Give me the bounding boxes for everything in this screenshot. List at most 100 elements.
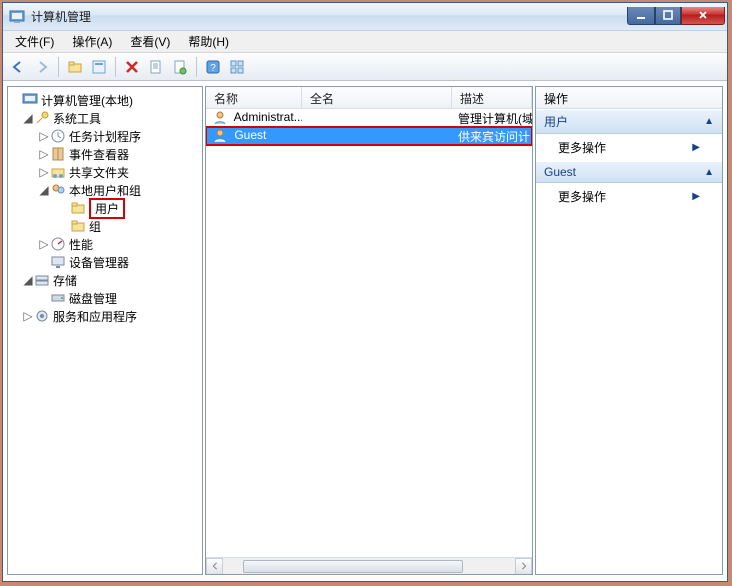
tree-shared[interactable]: ▷ 共享文件夹 (10, 163, 200, 181)
forward-button[interactable] (31, 56, 53, 78)
toolbar-sep (58, 57, 59, 77)
collapse-icon[interactable]: ▲ (704, 167, 714, 178)
folder-icon (70, 218, 86, 234)
expander-open-icon[interactable]: ◢ (38, 183, 50, 197)
tree-systools[interactable]: ◢ 系统工具 (10, 109, 200, 127)
tree-devmgr[interactable]: 设备管理器 (10, 253, 200, 271)
tree-label: 事件查看器 (69, 146, 129, 163)
actions-header: 操作 (536, 87, 722, 109)
list-body[interactable]: Administrat... 管理计算机(域 Guest 供来宾访问计 (206, 109, 532, 574)
actions-more-guest[interactable]: 更多操作 ▶ (536, 183, 722, 210)
user-icon (212, 128, 228, 144)
more-icon: ▶ (692, 142, 700, 153)
tree-storage[interactable]: ◢ 存储 (10, 271, 200, 289)
tree-root[interactable]: 计算机管理(本地) (10, 91, 200, 109)
content-area: 计算机管理(本地) ◢ 系统工具 ▷ 任务计划程序 ▷ 事件查看器 (3, 81, 727, 581)
properties-button[interactable] (88, 56, 110, 78)
list-pane: 名称 全名 描述 Administrat... 管理计算机(域 Guest (205, 86, 533, 575)
toolbar: ? (3, 53, 727, 81)
scroll-track[interactable] (223, 558, 515, 575)
perf-icon (50, 236, 66, 252)
toolbar-sep (196, 57, 197, 77)
close-button[interactable] (681, 7, 725, 25)
back-button[interactable] (7, 56, 29, 78)
new-doc2-button[interactable] (169, 56, 191, 78)
menu-view[interactable]: 查看(V) (122, 31, 178, 52)
more-icon: ▶ (692, 191, 700, 202)
col-desc[interactable]: 描述 (452, 87, 532, 108)
actions-section-guest[interactable]: Guest ▲ (536, 161, 722, 183)
tree-eventv[interactable]: ▷ 事件查看器 (10, 145, 200, 163)
cell-text: Guest (234, 128, 266, 142)
tree-label: 计算机管理(本地) (41, 92, 133, 109)
cell-desc: 管理计算机(域 (452, 110, 532, 127)
computer-icon (22, 92, 38, 108)
expander-closed-icon[interactable]: ▷ (38, 129, 50, 143)
book-icon (50, 146, 66, 162)
new-doc-button[interactable] (145, 56, 167, 78)
menu-help[interactable]: 帮助(H) (180, 31, 237, 52)
scroll-left-button[interactable] (206, 558, 223, 575)
tree-label: 任务计划程序 (69, 128, 141, 145)
cell-name: Guest (206, 128, 302, 144)
list-row[interactable]: Administrat... 管理计算机(域 (206, 109, 532, 127)
expander-open-icon[interactable]: ◢ (22, 111, 34, 125)
app-icon (9, 9, 25, 25)
horizontal-scrollbar[interactable] (206, 557, 532, 574)
help-button[interactable]: ? (202, 56, 224, 78)
actions-section-users[interactable]: 用户 ▲ (536, 109, 722, 134)
folder-icon (70, 200, 86, 216)
list-header: 名称 全名 描述 (206, 87, 532, 109)
link-label: 更多操作 (558, 139, 606, 156)
tree-label: 存储 (53, 272, 77, 289)
titlebar[interactable]: 计算机管理 (3, 3, 727, 31)
expander-closed-icon[interactable]: ▷ (38, 237, 50, 251)
collapse-icon[interactable]: ▲ (704, 116, 714, 127)
shared-folder-icon (50, 164, 66, 180)
col-name[interactable]: 名称 (206, 87, 302, 108)
cell-name: Administrat... (206, 110, 302, 126)
disk-icon (50, 290, 66, 306)
menu-file[interactable]: 文件(F) (7, 31, 62, 52)
menubar: 文件(F) 操作(A) 查看(V) 帮助(H) (3, 31, 727, 53)
clock-icon (50, 128, 66, 144)
list-row-selected[interactable]: Guest 供来宾访问计 (206, 127, 532, 145)
maximize-button[interactable] (655, 7, 681, 25)
tile-button[interactable] (226, 56, 248, 78)
tree-label: 磁盘管理 (69, 290, 117, 307)
menu-action[interactable]: 操作(A) (64, 31, 120, 52)
tree-task[interactable]: ▷ 任务计划程序 (10, 127, 200, 145)
link-label: 更多操作 (558, 188, 606, 205)
actions-more-users[interactable]: 更多操作 ▶ (536, 134, 722, 161)
actions-pane: 操作 用户 ▲ 更多操作 ▶ Guest ▲ 更多操作 ▶ (535, 86, 723, 575)
device-icon (50, 254, 66, 270)
services-icon (34, 308, 50, 324)
section-title: 用户 (544, 113, 568, 130)
expander-closed-icon[interactable]: ▷ (38, 147, 50, 161)
tree-localug[interactable]: ◢ 本地用户和组 (10, 181, 200, 199)
app-window: 计算机管理 文件(F) 操作(A) 查看(V) 帮助(H) ? (2, 2, 728, 582)
tree-label: 系统工具 (53, 110, 101, 127)
svg-text:?: ? (210, 63, 216, 74)
delete-button[interactable] (121, 56, 143, 78)
tree-users[interactable]: 用户 (10, 199, 200, 217)
tree-label: 共享文件夹 (69, 164, 129, 181)
cell-text: Administrat... (234, 110, 302, 124)
up-button[interactable] (64, 56, 86, 78)
minimize-button[interactable] (627, 7, 655, 25)
tree-perf[interactable]: ▷ 性能 (10, 235, 200, 253)
tree-groups[interactable]: 组 (10, 217, 200, 235)
tree-label: 性能 (69, 236, 93, 253)
tree-label: 设备管理器 (69, 254, 129, 271)
tree-services[interactable]: ▷ 服务和应用程序 (10, 307, 200, 325)
expander-closed-icon[interactable]: ▷ (22, 309, 34, 323)
col-fullname[interactable]: 全名 (302, 87, 452, 108)
scroll-thumb[interactable] (243, 560, 463, 573)
tree-label-highlighted: 用户 (89, 198, 125, 219)
nav-tree[interactable]: 计算机管理(本地) ◢ 系统工具 ▷ 任务计划程序 ▷ 事件查看器 (8, 87, 202, 329)
expander-open-icon[interactable]: ◢ (22, 273, 34, 287)
expander-closed-icon[interactable]: ▷ (38, 165, 50, 179)
tree-label: 组 (89, 218, 101, 235)
scroll-right-button[interactable] (515, 558, 532, 575)
tree-diskmgr[interactable]: 磁盘管理 (10, 289, 200, 307)
